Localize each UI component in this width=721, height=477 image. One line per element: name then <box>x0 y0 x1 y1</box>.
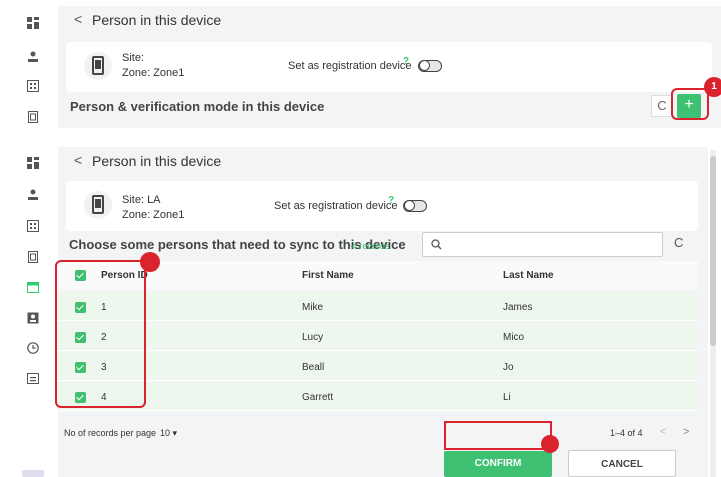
per-page-select[interactable]: 10 ▾ <box>160 428 177 439</box>
table-row[interactable]: 1 Mike James <box>57 292 698 321</box>
dashboard-icon[interactable] <box>27 157 39 169</box>
column-first-name[interactable]: First Name <box>302 270 354 281</box>
site-label: Site: <box>122 52 145 64</box>
chevron-down-icon: ▾ <box>172 428 178 438</box>
bottom-sidebar <box>0 140 58 477</box>
device-icon <box>84 52 112 80</box>
step-badge: 1 <box>704 77 721 97</box>
help-icon[interactable]: ? <box>403 56 409 67</box>
device-card: Site: LA Zone: Zone1 Set as registration… <box>66 181 698 231</box>
step-dot <box>140 252 160 272</box>
page-title: Person in this device <box>92 12 222 28</box>
per-page-label: No of records per page <box>64 428 157 438</box>
collapse-handle[interactable] <box>22 470 44 477</box>
person-icon[interactable] <box>27 189 39 201</box>
search-input[interactable] <box>422 232 663 257</box>
site-label: Site: LA <box>122 194 161 206</box>
confirm-button[interactable]: CONFIRM <box>444 451 552 477</box>
last-name-cell: Jo <box>503 362 514 373</box>
zone-label: Zone: Zone1 <box>122 67 185 79</box>
last-name-cell: James <box>503 302 533 313</box>
device-icon-nav[interactable] <box>27 251 39 263</box>
highlight-checkbox-column <box>55 260 146 408</box>
registration-label: Set as registration device <box>288 60 412 72</box>
person-icon[interactable] <box>27 51 39 63</box>
last-name-cell: Mico <box>503 332 525 343</box>
registration-toggle[interactable] <box>418 60 442 72</box>
refresh-button[interactable]: C <box>651 95 673 117</box>
step-dot <box>541 435 559 453</box>
cancel-button[interactable]: CANCEL <box>568 450 676 477</box>
device-icon-nav[interactable] <box>27 111 39 123</box>
highlight-confirm-box <box>444 421 552 450</box>
help-icon[interactable]: ? <box>388 195 394 206</box>
section-title: Person & verification mode in this devic… <box>70 99 325 114</box>
scrollbar-track[interactable] <box>710 150 716 477</box>
back-icon[interactable]: < <box>74 11 82 27</box>
prev-page-icon[interactable]: < <box>660 426 666 438</box>
table-row[interactable]: 4 Garrett Li <box>57 382 698 411</box>
calendar-icon[interactable] <box>27 281 39 293</box>
building-icon[interactable] <box>27 80 39 92</box>
table-row[interactable]: 2 Lucy Mico <box>57 322 698 351</box>
search-icon <box>431 239 442 250</box>
clock-icon[interactable] <box>27 342 39 354</box>
dashboard-icon[interactable] <box>27 17 39 29</box>
building-icon[interactable] <box>27 220 39 232</box>
first-name-cell: Lucy <box>302 332 324 343</box>
device-card: Site: Zone: Zone1 Set as registration de… <box>66 42 712 92</box>
zone-label: Zone: Zone1 <box>122 209 185 221</box>
badge-icon[interactable] <box>27 312 39 324</box>
device-icon <box>84 191 112 219</box>
first-name-cell: Garrett <box>302 392 334 403</box>
last-name-cell: Li <box>503 392 511 403</box>
page-title: Person in this device <box>92 153 222 169</box>
top-panel: < Person in this device Site: Zone: Zone… <box>58 6 721 128</box>
per-page-value: 10 <box>160 428 171 438</box>
registration-label: Set as registration device <box>274 200 398 212</box>
schedule-icon[interactable] <box>27 372 39 384</box>
next-page-icon[interactable]: > <box>683 426 689 438</box>
registration-toggle[interactable] <box>403 200 427 212</box>
records-count: -4 records <box>349 241 390 251</box>
first-name-cell: Beall <box>302 362 325 373</box>
table-row[interactable]: 3 Beall Jo <box>57 352 698 381</box>
top-sidebar <box>0 0 58 130</box>
scrollbar-thumb[interactable] <box>710 156 716 346</box>
pagination-info: 1–4 of 4 <box>610 428 643 438</box>
highlight-add-box <box>671 88 709 120</box>
first-name-cell: Mike <box>302 302 324 313</box>
back-icon[interactable]: < <box>74 152 82 168</box>
column-last-name[interactable]: Last Name <box>503 270 554 281</box>
refresh-button[interactable]: C <box>674 235 683 250</box>
